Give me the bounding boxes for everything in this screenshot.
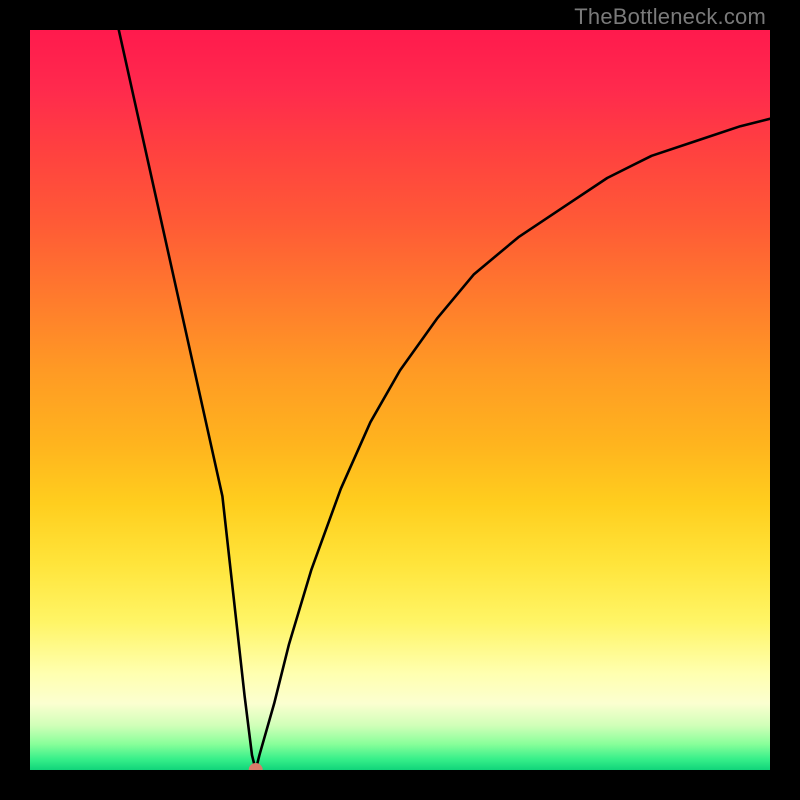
watermark-text: TheBottleneck.com: [574, 4, 766, 30]
marker-point: [249, 763, 263, 770]
chart-container: TheBottleneck.com: [0, 0, 800, 800]
plot-area: [30, 30, 770, 770]
chart-svg: [30, 30, 770, 770]
curve-path: [119, 30, 770, 770]
